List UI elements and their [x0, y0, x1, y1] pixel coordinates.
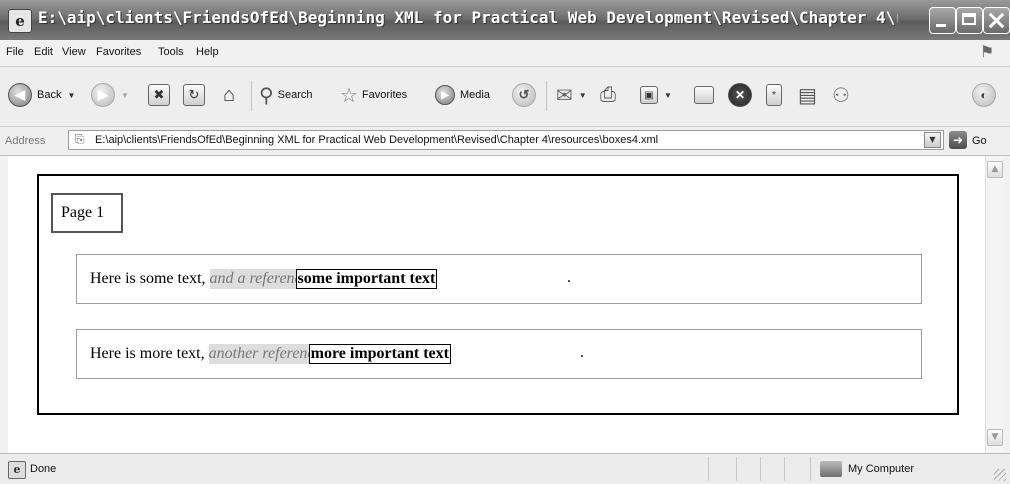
my-computer-icon [820, 461, 842, 477]
status-divider [760, 457, 761, 481]
translate-icon: ◐ [972, 83, 996, 107]
resize-grip[interactable] [994, 469, 1006, 481]
paragraph-line: Here is more text, another referencemore… [90, 344, 451, 364]
favorites-label: Favorites [361, 89, 408, 101]
home-button[interactable]: ⌂ [218, 75, 240, 115]
messenger-icon: ⚇ [832, 84, 850, 107]
media-label: Media [460, 89, 490, 101]
menu-help[interactable]: Help [196, 46, 219, 58]
status-text: Done [30, 463, 57, 475]
reference-text: another reference [208, 344, 309, 364]
address-label: Address [5, 135, 46, 147]
status-divider [784, 457, 785, 481]
status-bar: e Done My Computer [0, 453, 1010, 484]
mail-icon: ✉ [556, 84, 573, 107]
close-button[interactable] [983, 7, 1010, 34]
chevron-down-icon: ▼ [664, 90, 672, 100]
toolbar-separator [546, 81, 547, 111]
status-divider [708, 457, 709, 481]
research-button[interactable]: ▤ [798, 75, 817, 115]
search-label: Search [277, 89, 313, 101]
xml-file-icon: ⎘ [75, 132, 85, 146]
stop-icon: ✖ [148, 84, 170, 106]
research-icon: ▤ [798, 84, 817, 107]
edit-button[interactable]: ▣ ▼ [640, 75, 672, 115]
back-button[interactable]: ◀ Back ▼ [8, 75, 75, 115]
blocked-button[interactable]: ✕ [728, 75, 752, 115]
go-arrow-icon[interactable]: ➜ [949, 131, 967, 149]
star-icon: ☆ [340, 84, 358, 107]
address-bar: Address ⎘ E:\aip\clients\FriendsOfEd\Beg… [0, 127, 1010, 156]
print-icon: ⎙ [600, 83, 616, 106]
page-label: Page 1 [51, 193, 123, 233]
history-icon: ↺ [512, 83, 536, 107]
menu-file[interactable]: File [6, 46, 24, 58]
paragraph-text: Here is more text, [90, 345, 209, 362]
status-divider [736, 457, 737, 481]
media-button[interactable]: ▶ Media [435, 75, 490, 115]
favorites-button[interactable]: ☆ Favorites [340, 75, 407, 115]
paragraph-box: Here is more text, another referencemore… [76, 329, 922, 379]
address-dropdown-button[interactable]: ▼ [924, 132, 941, 148]
browser-window: e E:\aip\clients\FriendsOfEd\Beginning X… [0, 0, 1010, 484]
menu-favorites[interactable]: Favorites [96, 46, 141, 58]
title-bar: e E:\aip\clients\FriendsOfEd\Beginning X… [0, 0, 1010, 40]
scroll-down-button[interactable]: ▼ [987, 429, 1003, 446]
paragraph-end: . [567, 269, 571, 286]
discuss-button[interactable] [694, 75, 714, 115]
page-content: Page 1 Here is some text, and a referenc… [8, 156, 985, 453]
security-zone: My Computer [848, 463, 915, 475]
mail-button[interactable]: ✉ ▼ [556, 75, 587, 115]
toolbar-separator [251, 81, 252, 111]
chevron-down-icon: ▼ [578, 90, 587, 100]
reference-text: and a reference [209, 269, 296, 289]
stop-button[interactable]: ✖ [148, 75, 170, 115]
refresh-button[interactable]: ↻ [183, 75, 205, 115]
menu-view[interactable]: View [62, 46, 86, 58]
menu-tools[interactable]: Tools [158, 46, 184, 58]
history-button[interactable]: ↺ [512, 75, 536, 115]
scroll-up-button[interactable]: ▲ [987, 161, 1003, 178]
status-divider [810, 457, 811, 481]
calculator-icon: * [766, 84, 782, 106]
print-button[interactable]: ⎙ [600, 75, 616, 115]
vertical-scrollbar[interactable]: ▲ ▼ [985, 156, 1004, 453]
important-text: more important text [308, 344, 451, 364]
blocked-icon: ✕ [728, 83, 752, 107]
paragraph-line: Here is some text, and a referencesome i… [90, 269, 438, 289]
search-icon: ⚲ [259, 84, 274, 107]
back-label: Back [37, 89, 62, 101]
media-icon: ▶ [435, 85, 455, 105]
windows-logo-icon: ⚑ [979, 42, 995, 61]
edit-icon: ▣ [640, 86, 658, 104]
translate-button[interactable]: ◐ [972, 75, 996, 115]
calculator-button[interactable]: * [766, 75, 782, 115]
menu-edit[interactable]: Edit [34, 46, 53, 58]
home-icon: ⌂ [222, 83, 236, 106]
address-value: E:\aip\clients\FriendsOfEd\Beginning XML… [95, 134, 659, 146]
toolbar: ◀ Back ▼ ▶ ▼ ✖ ↻ ⌂ ⚲ Search ☆ Favorites … [0, 67, 1010, 127]
paragraph-text: Here is some text, [90, 270, 210, 287]
chevron-down-icon: ▼ [67, 90, 76, 100]
forward-button[interactable]: ▶ ▼ [91, 75, 129, 115]
chevron-down-icon: ▼ [121, 90, 129, 100]
go-button[interactable]: Go [972, 135, 987, 147]
paragraph-box: Here is some text, and a referencesome i… [76, 254, 922, 304]
messenger-button[interactable]: ⚇ [832, 75, 850, 115]
address-input[interactable]: ⎘ E:\aip\clients\FriendsOfEd\Beginning X… [68, 130, 944, 150]
minimize-button[interactable] [929, 7, 956, 34]
menu-bar: File Edit View Favorites Tools Help [0, 40, 1010, 67]
search-button[interactable]: ⚲ Search [259, 75, 313, 115]
forward-arrow-icon: ▶ [91, 83, 115, 107]
page-done-icon: e [8, 461, 26, 479]
important-text: some important text [295, 269, 438, 289]
back-arrow-icon: ◀ [8, 83, 32, 107]
refresh-icon: ↻ [183, 84, 205, 106]
window-title: E:\aip\clients\FriendsOfEd\Beginning XML… [38, 8, 898, 27]
paragraph-end: . [580, 344, 584, 361]
discuss-icon [694, 86, 714, 104]
maximize-button[interactable] [956, 7, 983, 34]
ie-app-icon[interactable]: e [8, 9, 32, 33]
